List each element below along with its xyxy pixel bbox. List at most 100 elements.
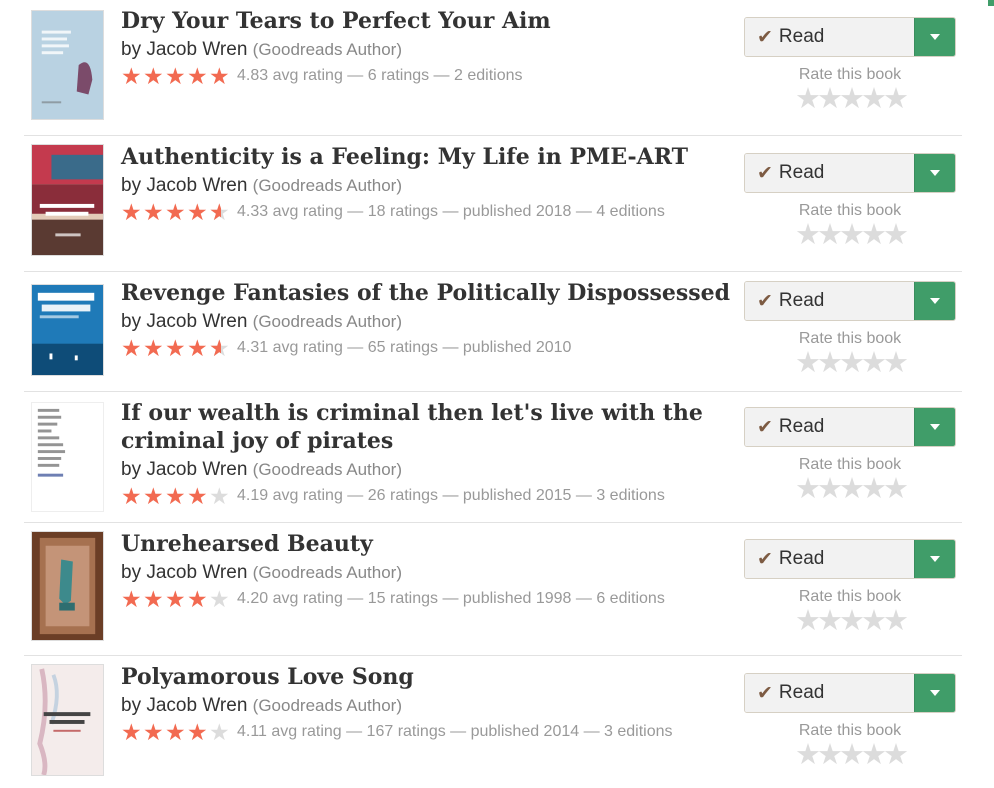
rating-stats: 4.20 avg rating — 15 ratings — published…	[237, 590, 665, 607]
read-status[interactable]: ✔ Read	[745, 674, 914, 712]
read-shelf-button[interactable]: ✔ Read	[744, 539, 956, 579]
rating-star-icon: ★	[187, 483, 208, 509]
book-row: Dry Your Tears to Perfect Your Aim by Ja…	[24, 0, 962, 136]
rate-star-icon[interactable]: ★	[817, 607, 843, 636]
rating-star-icon: ★	[165, 335, 186, 361]
shelf-dropdown-button[interactable]	[914, 18, 955, 56]
rate-star-icon[interactable]: ★	[795, 85, 821, 114]
author-link[interactable]: Jacob Wren	[146, 311, 247, 332]
read-label: Read	[778, 162, 825, 183]
rating-star-icon: ★	[121, 483, 142, 509]
rating-star-icon: ★	[121, 719, 142, 745]
book-cover[interactable]	[31, 144, 104, 256]
shelf-dropdown-button[interactable]	[914, 408, 955, 446]
read-status[interactable]: ✔ Read	[745, 282, 914, 320]
rating-stats: 4.19 avg rating — 26 ratings — published…	[237, 487, 665, 504]
rate-star-icon[interactable]: ★	[795, 741, 821, 770]
author-role: (Goodreads Author)	[252, 460, 402, 479]
rate-star-icon[interactable]: ★	[883, 741, 909, 770]
shelf-dropdown-button[interactable]	[914, 540, 955, 578]
rating-star-icon: ★	[209, 337, 231, 360]
rating-star-icon: ★	[121, 199, 142, 225]
author-link[interactable]: Jacob Wren	[146, 562, 247, 583]
author-link[interactable]: Jacob Wren	[146, 695, 247, 716]
rate-star-icon[interactable]: ★	[839, 349, 865, 378]
author-role: (Goodreads Author)	[252, 563, 402, 582]
rate-star-icon[interactable]: ★	[817, 741, 843, 770]
rating-stats: 4.31 avg rating — 65 ratings — published…	[237, 339, 572, 356]
rate-star-icon[interactable]: ★	[795, 607, 821, 636]
rate-star-icon[interactable]: ★	[817, 221, 843, 250]
rate-star-icon[interactable]: ★	[839, 607, 865, 636]
read-label: Read	[778, 26, 825, 47]
rate-star-icon[interactable]: ★	[795, 475, 821, 504]
chevron-down-icon	[930, 424, 940, 430]
rate-star-icon[interactable]: ★	[839, 85, 865, 114]
author-link[interactable]: Jacob Wren	[146, 175, 247, 196]
read-status[interactable]: ✔ Read	[745, 18, 914, 56]
book-title[interactable]: Revenge Fantasies of the Politically Dis…	[121, 279, 742, 307]
by-label: by	[121, 562, 142, 583]
rate-star-icon[interactable]: ★	[861, 221, 887, 250]
read-status[interactable]: ✔ Read	[745, 154, 914, 192]
read-status[interactable]: ✔ Read	[745, 408, 914, 446]
rate-star-icon[interactable]: ★	[861, 741, 887, 770]
rate-star-icon[interactable]: ★	[817, 85, 843, 114]
read-shelf-button[interactable]: ✔ Read	[744, 153, 956, 193]
rate-star-icon[interactable]: ★	[861, 349, 887, 378]
book-title[interactable]: Polyamorous Love Song	[121, 663, 742, 691]
read-label: Read	[778, 682, 825, 703]
avg-rating-stars: ★ ★ ★ ★ ★	[121, 199, 231, 225]
rating-star-icon: ★	[143, 586, 164, 612]
author-link[interactable]: Jacob Wren	[146, 39, 247, 60]
book-cover[interactable]	[31, 402, 104, 512]
author-role: (Goodreads Author)	[252, 40, 402, 59]
shelf-dropdown-button[interactable]	[914, 282, 955, 320]
book-title[interactable]: Dry Your Tears to Perfect Your Aim	[121, 7, 742, 35]
shelf-dropdown-button[interactable]	[914, 674, 955, 712]
rating-line: ★★★★★ 4.31 avg rating — 65 ratings — pub…	[121, 335, 742, 361]
book-list: Dry Your Tears to Perfect Your Aim by Ja…	[24, 0, 962, 788]
rate-star-icon[interactable]: ★	[795, 349, 821, 378]
rate-star-icon[interactable]: ★	[861, 607, 887, 636]
read-shelf-button[interactable]: ✔ Read	[744, 673, 956, 713]
rate-star-icon[interactable]: ★	[839, 221, 865, 250]
book-title[interactable]: Authenticity is a Feeling: My Life in PM…	[121, 143, 742, 171]
avg-rating-stars: ★ ★ ★ ★ ★	[121, 335, 231, 361]
rate-star-icon[interactable]: ★	[817, 349, 843, 378]
book-cover[interactable]	[31, 531, 104, 641]
rate-star-icon[interactable]: ★	[883, 349, 909, 378]
chevron-down-icon	[930, 556, 940, 562]
rate-star-icon[interactable]: ★	[795, 221, 821, 250]
rate-star-icon[interactable]: ★	[839, 741, 865, 770]
user-rating-stars: ★ ★ ★ ★ ★	[744, 741, 956, 770]
book-cover[interactable]	[31, 10, 104, 120]
rate-star-icon[interactable]: ★	[883, 607, 909, 636]
rate-star-icon[interactable]: ★	[883, 221, 909, 250]
rate-star-icon[interactable]: ★	[861, 475, 887, 504]
rating-stats: 4.33 avg rating — 18 ratings — published…	[237, 203, 665, 220]
read-shelf-button[interactable]: ✔ Read	[744, 407, 956, 447]
read-shelf-button[interactable]: ✔ Read	[744, 17, 956, 57]
rating-star-icon: ★	[165, 63, 186, 89]
rate-star-icon[interactable]: ★	[817, 475, 843, 504]
avg-rating-stars: ★ ★ ★ ★ ★	[121, 483, 231, 509]
book-row: Unrehearsed Beauty by Jacob Wren (Goodre…	[24, 523, 962, 656]
rate-star-icon[interactable]: ★	[883, 85, 909, 114]
by-label: by	[121, 311, 142, 332]
book-cover[interactable]	[31, 284, 104, 376]
rating-line: ★ ★ ★ ★ ★ 4.11 avg rating — 167 ratings — pu…	[121, 719, 742, 745]
book-cover[interactable]	[31, 664, 104, 776]
read-status[interactable]: ✔ Read	[745, 540, 914, 578]
read-shelf-button[interactable]: ✔ Read	[744, 281, 956, 321]
rate-star-icon[interactable]: ★	[883, 475, 909, 504]
rating-line: ★ ★ ★ ★ ★ 4.83 avg rating — 6 ratings — 2 ed…	[121, 63, 742, 89]
shelf-dropdown-button[interactable]	[914, 154, 955, 192]
book-title[interactable]: Unrehearsed Beauty	[121, 530, 742, 558]
read-label: Read	[778, 548, 825, 569]
rate-star-icon[interactable]: ★	[839, 475, 865, 504]
author-link[interactable]: Jacob Wren	[146, 459, 247, 480]
book-title[interactable]: If our wealth is criminal then let's liv…	[121, 399, 742, 455]
rate-star-icon[interactable]: ★	[861, 85, 887, 114]
rating-star-icon: ★	[209, 483, 230, 509]
